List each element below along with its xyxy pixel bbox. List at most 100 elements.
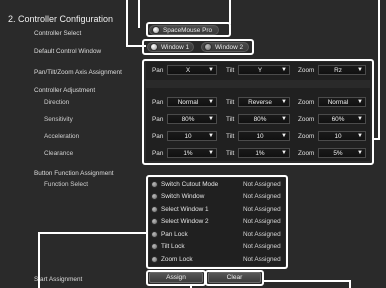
label-direction: Direction bbox=[44, 99, 70, 106]
label-start-assignment: Start Assignment bbox=[34, 276, 83, 283]
function-option[interactable]: Switch Window Not Assigned bbox=[152, 193, 281, 200]
zoom-label: Zoom bbox=[298, 67, 315, 74]
pan-label: Pan bbox=[152, 99, 164, 106]
zoom-axis-select[interactable]: Rz ▼ bbox=[318, 65, 366, 75]
dropdown-arrow-icon: ▼ bbox=[208, 99, 214, 105]
function-assignment: Not Assigned bbox=[243, 193, 281, 200]
dropdown-arrow-icon: ▼ bbox=[357, 116, 363, 122]
pan-acceleration-value: 10 bbox=[184, 132, 192, 140]
function-assignment: Not Assigned bbox=[243, 181, 281, 188]
function-option[interactable]: Zoom Lock Not Assigned bbox=[152, 256, 281, 263]
radio-icon bbox=[152, 257, 157, 262]
function-name: Tilt Lock bbox=[161, 243, 185, 250]
pan-label: Pan bbox=[152, 150, 164, 157]
function-assignment: Not Assigned bbox=[243, 256, 281, 263]
section-title: 2. Controller Configuration bbox=[8, 14, 114, 24]
label-controller-adjustment: Controller Adjustment bbox=[34, 87, 96, 94]
radio-selected-icon bbox=[151, 44, 157, 50]
function-assignment: Not Assigned bbox=[243, 206, 281, 213]
function-assignment: Not Assigned bbox=[243, 218, 281, 225]
tilt-label: Tilt bbox=[226, 67, 235, 74]
zoom-sensitivity-select[interactable]: 60% ▼ bbox=[318, 114, 366, 124]
radio-icon bbox=[152, 182, 157, 187]
radio-icon bbox=[152, 219, 157, 224]
tilt-acceleration-select[interactable]: 10 ▼ bbox=[238, 131, 290, 141]
function-name: Pan Lock bbox=[161, 231, 188, 238]
function-option[interactable]: Tilt Lock Not Assigned bbox=[152, 243, 281, 250]
pan-acceleration-select[interactable]: 10 ▼ bbox=[167, 131, 217, 141]
radio-icon bbox=[152, 232, 157, 237]
dropdown-arrow-icon: ▼ bbox=[208, 116, 214, 122]
label-function-select: Function Select bbox=[44, 181, 89, 188]
tilt-axis-select[interactable]: Y ▼ bbox=[238, 65, 290, 75]
zoom-label: Zoom bbox=[298, 150, 315, 157]
tilt-axis-value: Y bbox=[257, 66, 263, 74]
pan-label: Pan bbox=[152, 133, 164, 140]
function-assignment: Not Assigned bbox=[243, 243, 281, 250]
tilt-sensitivity-value: 80% bbox=[253, 115, 267, 123]
tilt-sensitivity-select[interactable]: 80% ▼ bbox=[238, 114, 290, 124]
pan-axis-select[interactable]: X ▼ bbox=[167, 65, 217, 75]
function-option[interactable]: Select Window 2 Not Assigned bbox=[152, 218, 281, 225]
dropdown-arrow-icon: ▼ bbox=[357, 150, 363, 156]
function-option[interactable]: Pan Lock Not Assigned bbox=[152, 231, 281, 238]
zoom-clearance-value: 5% bbox=[333, 149, 343, 157]
dropdown-arrow-icon: ▼ bbox=[281, 99, 287, 105]
callout-line bbox=[38, 232, 40, 288]
function-option[interactable]: Select Window 1 Not Assigned bbox=[152, 206, 281, 213]
radio-selected-icon bbox=[153, 27, 159, 33]
dropdown-arrow-icon: ▼ bbox=[281, 116, 287, 122]
zoom-acceleration-select[interactable]: 10 ▼ bbox=[318, 131, 366, 141]
function-name: Select Window 1 bbox=[161, 206, 209, 213]
window-1-radio[interactable]: Window 1 bbox=[147, 42, 194, 52]
function-name: Switch Cutout Mode bbox=[161, 181, 219, 188]
zoom-label: Zoom bbox=[298, 99, 315, 106]
assign-button[interactable]: Assign bbox=[149, 272, 203, 283]
label-clearance: Clearance bbox=[44, 150, 74, 157]
window-2-label: Window 2 bbox=[215, 43, 244, 51]
zoom-label: Zoom bbox=[298, 133, 315, 140]
label-sensitivity: Sensitivity bbox=[44, 116, 73, 123]
dropdown-arrow-icon: ▼ bbox=[281, 133, 287, 139]
radio-icon bbox=[152, 194, 157, 199]
dropdown-arrow-icon: ▼ bbox=[281, 150, 287, 156]
callout-line bbox=[38, 232, 146, 234]
window-2-radio[interactable]: Window 2 bbox=[201, 42, 249, 52]
tilt-acceleration-value: 10 bbox=[256, 132, 264, 140]
pan-axis-value: X bbox=[185, 66, 191, 74]
pan-label: Pan bbox=[152, 116, 164, 123]
label-button-function-assignment: Button Function Assignment bbox=[34, 170, 114, 177]
zoom-clearance-select[interactable]: 5% ▼ bbox=[318, 148, 366, 158]
pan-sensitivity-select[interactable]: 80% ▼ bbox=[167, 114, 217, 124]
clear-button[interactable]: Clear bbox=[208, 272, 261, 283]
radio-icon bbox=[152, 244, 157, 249]
pan-direction-value: Normal bbox=[177, 98, 199, 106]
dropdown-arrow-icon: ▼ bbox=[357, 99, 363, 105]
zoom-sensitivity-value: 60% bbox=[331, 115, 345, 123]
pan-label: Pan bbox=[152, 67, 164, 74]
zoom-acceleration-value: 10 bbox=[334, 132, 342, 140]
callout-line bbox=[138, 0, 140, 28]
label-controller-select: Controller Select bbox=[34, 30, 82, 37]
function-name: Select Window 2 bbox=[161, 218, 209, 225]
label-axis-assignment: Pan/Tilt/Zoom Axis Assignment bbox=[34, 69, 122, 76]
tilt-direction-select[interactable]: Reverse ▼ bbox=[238, 97, 290, 107]
tilt-label: Tilt bbox=[226, 150, 235, 157]
pan-sensitivity-value: 80% bbox=[181, 115, 195, 123]
callout-line bbox=[378, 0, 380, 140]
callout-line bbox=[262, 280, 351, 282]
callout-line bbox=[229, 0, 231, 24]
tilt-direction-value: Reverse bbox=[248, 98, 272, 106]
zoom-direction-select[interactable]: Normal ▼ bbox=[318, 97, 366, 107]
dropdown-arrow-icon: ▼ bbox=[357, 67, 363, 73]
pan-clearance-value: 1% bbox=[183, 149, 193, 157]
controller-option-spacemouse[interactable]: SpaceMouse Pro bbox=[149, 25, 219, 35]
dropdown-arrow-icon: ▼ bbox=[208, 133, 214, 139]
pan-direction-select[interactable]: Normal ▼ bbox=[167, 97, 217, 107]
function-option[interactable]: Switch Cutout Mode Not Assigned bbox=[152, 181, 281, 188]
function-name: Zoom Lock bbox=[161, 256, 193, 263]
function-name: Switch Window bbox=[161, 193, 205, 200]
function-assignment: Not Assigned bbox=[243, 231, 281, 238]
tilt-clearance-select[interactable]: 1% ▼ bbox=[238, 148, 290, 158]
pan-clearance-select[interactable]: 1% ▼ bbox=[167, 148, 217, 158]
